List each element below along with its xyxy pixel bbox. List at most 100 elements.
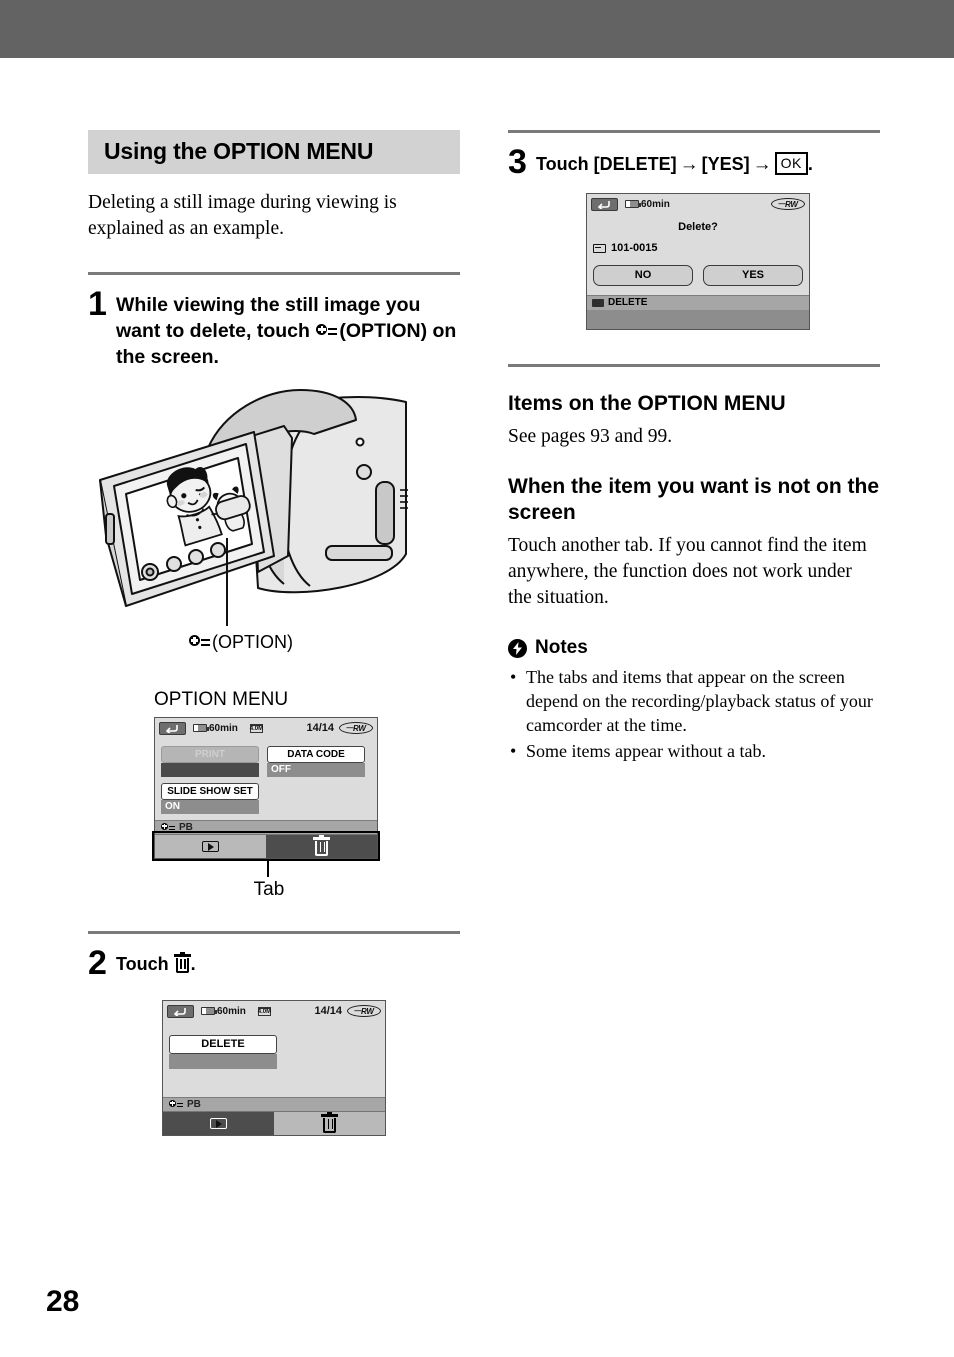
option-menu-screen: 60min 4.0M 14/14 — RW PRINT DATA CODE OF… — [152, 717, 380, 861]
delete-screen-status-bar: 60min 4.0M 14/14 — RW — [163, 1001, 385, 1021]
disc-type-value: RW — [353, 723, 366, 733]
option-icon-caption — [189, 634, 211, 650]
option-menu-tab-row — [155, 834, 377, 858]
still-image-icon — [593, 243, 606, 253]
confirm-buttons: NO YES — [587, 265, 809, 295]
no-button[interactable]: NO — [593, 265, 693, 286]
note-item: The tabs and items that appear on the sc… — [508, 665, 880, 737]
tab-playback[interactable] — [155, 834, 266, 858]
page-top-band — [0, 0, 954, 58]
step-3-number: 3 — [508, 143, 527, 181]
image-size-value-delete: 4.0M — [257, 1008, 272, 1015]
trash-icon-step2 — [173, 952, 191, 973]
step-2-text-before: Touch — [116, 954, 169, 974]
step-3-period: . — [807, 154, 813, 174]
menu-item-slide-show-set-label: SLIDE SHOW SET — [161, 783, 259, 800]
return-button-confirm[interactable] — [591, 197, 618, 211]
delete-menu-body: DELETE — [163, 1021, 385, 1091]
disc-type-icon: — RW — [339, 722, 373, 734]
disc-type-value-delete: RW — [361, 1006, 374, 1016]
step-1-text: While viewing the still image you want t… — [116, 289, 460, 370]
menu-item-data-code[interactable]: DATA CODE OFF — [267, 746, 365, 777]
confirm-mode-strip: DELETE — [587, 295, 809, 310]
step-1-number: 1 — [88, 285, 107, 323]
notes-heading: Notes — [508, 637, 880, 659]
menu-item-empty — [267, 783, 365, 814]
step-3-part1: Touch [DELETE] — [536, 154, 677, 174]
battery-time: 60min — [209, 722, 238, 734]
page-number: 28 — [46, 1285, 80, 1318]
delete-menu-figure: 60min 4.0M 14/14 — RW DELETE PB — [162, 1000, 388, 1136]
return-button[interactable] — [159, 721, 186, 735]
option-icon — [316, 323, 338, 339]
notes-title: Notes — [535, 637, 588, 658]
note-item: Some items appear without a tab. — [508, 739, 880, 763]
confirm-file-name: 101-0015 — [611, 242, 658, 254]
battery-indicator: 60min — [193, 723, 238, 734]
option-menu-items: PRINT DATA CODE OFF SLIDE SHOW SET ON — [155, 738, 377, 814]
tab-delete-selected[interactable] — [274, 1111, 385, 1135]
step-2: 2 Touch . — [88, 944, 460, 982]
confirm-screen: 60min — RW Delete? 101-0015 NO YES DELETE — [586, 193, 810, 330]
option-menu-label: OPTION MENU — [154, 689, 289, 710]
battery-indicator-confirm: 60min — [625, 199, 670, 210]
disc-type-icon-delete: — RW — [347, 1005, 381, 1017]
playback-icon — [202, 841, 219, 852]
ok-key-glyph: OK — [774, 152, 808, 175]
return-button-delete[interactable] — [167, 1004, 194, 1018]
notfound-heading: When the item you want is not on the scr… — [508, 475, 879, 524]
intro-paragraph: Deleting a still image during viewing is… — [88, 192, 397, 239]
notfound-body: Touch another tab. If you cannot find th… — [508, 535, 867, 608]
image-counter-delete: 14/14 — [314, 1005, 342, 1017]
delete-menu-mode-strip: PB — [163, 1097, 385, 1111]
confirm-question: Delete? — [678, 221, 718, 233]
step-2-number: 2 — [88, 944, 107, 982]
disc-type-value-confirm: RW — [785, 199, 798, 209]
divider-rule-2 — [88, 931, 460, 934]
divider-rule-1 — [88, 272, 460, 275]
screen-status-bar: 60min 4.0M 14/14 — RW — [155, 718, 377, 738]
option-menu-mode-strip: PB — [155, 820, 377, 834]
option-menu-figure: OPTION MENU 60min 4.0M 14/14 — RW PRINT … — [152, 689, 384, 901]
battery-time-confirm: 60min — [641, 198, 670, 210]
menu-item-print-value — [161, 763, 259, 777]
tab-delete[interactable] — [266, 834, 377, 858]
tab-leader-line — [267, 859, 269, 877]
confirm-mode-label: DELETE — [608, 297, 648, 308]
disc-type-icon-confirm: — RW — [771, 198, 805, 210]
step-3-part2: [YES] — [701, 154, 750, 174]
divider-rule-3 — [508, 130, 880, 133]
image-size-value: 4.0M — [249, 725, 264, 732]
step-2-text: Touch . — [116, 948, 196, 975]
image-counter: 14/14 — [306, 722, 334, 734]
playback-icon-delete-screen — [210, 1118, 227, 1129]
delete-button[interactable]: DELETE — [169, 1035, 277, 1054]
trash-icon — [313, 835, 330, 856]
battery-indicator-delete: 60min — [201, 1006, 246, 1017]
confirm-status-bar: 60min — RW — [587, 194, 809, 214]
tab-playback-delete-screen[interactable] — [163, 1111, 274, 1135]
notes-badge-icon — [508, 638, 527, 658]
camcorder-option-caption: (OPTION) — [188, 632, 293, 653]
menu-item-data-code-label: DATA CODE — [267, 746, 365, 763]
confirm-file-row: 101-0015 — [593, 242, 809, 254]
menu-item-print[interactable]: PRINT — [161, 746, 259, 777]
menu-item-slide-show-set[interactable]: SLIDE SHOW SET ON — [161, 783, 259, 814]
notes-list: The tabs and items that appear on the sc… — [508, 665, 880, 763]
delete-menu-mode-label: PB — [187, 1099, 201, 1110]
step-1: 1 While viewing the still image you want… — [88, 285, 460, 370]
delete-menu-tab-row — [163, 1111, 385, 1135]
step-2-text-after: . — [190, 954, 196, 974]
menu-item-data-code-value: OFF — [267, 763, 365, 777]
left-column: Using the OPTION MENU Deleting a still i… — [88, 130, 460, 1136]
yes-button[interactable]: YES — [703, 265, 803, 286]
option-menu-mode-label: PB — [179, 822, 193, 833]
camcorder-illustration: (OPTION) — [88, 386, 460, 652]
camcorder-option-caption-text: (OPTION) — [212, 632, 293, 652]
image-size-icon-delete: 4.0M — [257, 1006, 272, 1016]
image-size-icon: 4.0M — [249, 723, 264, 733]
delete-menu-screen: 60min 4.0M 14/14 — RW DELETE PB — [162, 1000, 386, 1136]
section-title: Using the OPTION MENU — [88, 130, 460, 174]
menu-item-print-label: PRINT — [161, 746, 259, 763]
items-heading: Items on the OPTION MENU — [508, 392, 786, 415]
